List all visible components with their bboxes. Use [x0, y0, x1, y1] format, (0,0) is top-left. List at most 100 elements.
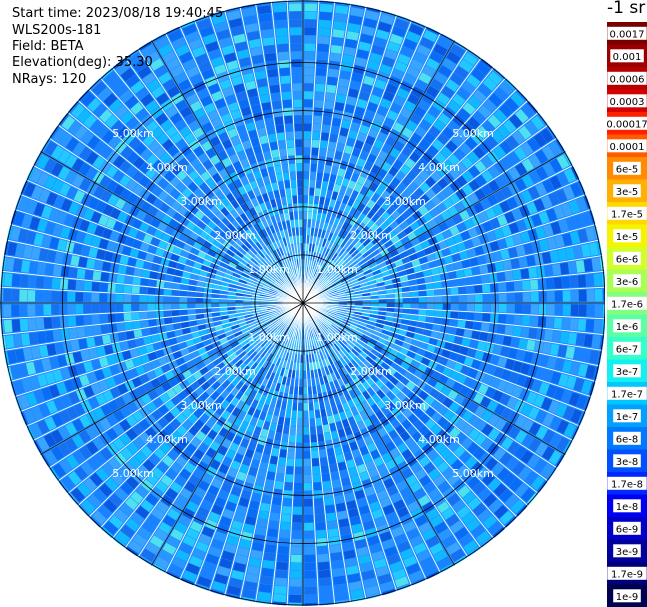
data-bin	[51, 278, 61, 289]
data-bin	[329, 544, 342, 554]
data-bin	[370, 303, 379, 307]
data-bin	[593, 273, 603, 287]
data-bin	[292, 402, 298, 411]
data-bin	[326, 512, 337, 522]
range-ring-label: 1.00km	[248, 331, 290, 344]
data-bin	[19, 274, 29, 288]
colorbar-tick-label: 1.7e-6	[611, 299, 643, 310]
data-bin	[286, 139, 294, 148]
colorbar-tick-label: 6e-7	[616, 344, 639, 355]
data-bin	[131, 294, 140, 303]
elevation-text: Elevation(deg): 35.30	[12, 55, 153, 70]
colorbar-tick-label: 6e-9	[616, 524, 639, 535]
data-bin	[172, 283, 181, 290]
data-bin	[494, 261, 504, 272]
data-bin	[309, 187, 315, 196]
data-bin	[227, 303, 236, 307]
data-bin	[317, 51, 328, 61]
data-bin	[433, 317, 442, 325]
data-bin	[312, 139, 320, 148]
data-bin	[289, 163, 296, 172]
data-bin	[335, 591, 349, 601]
data-bin	[21, 260, 31, 273]
data-bin	[334, 494, 345, 504]
data-bin	[482, 313, 491, 322]
data-bin	[100, 272, 110, 282]
data-bin	[530, 304, 539, 315]
data-bin	[11, 274, 21, 287]
data-bin	[336, 94, 346, 104]
data-bin	[378, 303, 387, 307]
data-bin	[260, 21, 273, 31]
data-bin	[319, 585, 332, 595]
colorbar-tick-label: 0.0017	[610, 29, 645, 40]
data-bin	[434, 303, 443, 310]
data-bin	[426, 310, 435, 317]
data-bin	[172, 316, 181, 323]
data-bin	[164, 281, 173, 289]
data-bin	[289, 578, 302, 587]
data-bin	[304, 522, 314, 531]
data-bin	[277, 465, 285, 474]
data-bin	[544, 329, 554, 342]
data-bin	[37, 331, 46, 344]
data-bin	[282, 498, 292, 507]
data-bin	[474, 312, 483, 321]
data-bin	[84, 269, 94, 280]
data-bin	[268, 76, 279, 86]
data-bin	[179, 290, 188, 297]
data-bin	[442, 296, 451, 303]
data-bin	[326, 84, 337, 94]
data-bin	[304, 538, 315, 547]
data-bin	[115, 313, 124, 322]
data-bin	[83, 292, 92, 302]
data-bin	[465, 277, 474, 285]
data-bin	[304, 91, 313, 100]
data-bin	[275, 569, 288, 579]
data-bin	[163, 310, 172, 317]
data-bin	[316, 67, 327, 77]
data-bin	[281, 514, 291, 523]
data-bin	[99, 314, 108, 324]
data-bin	[125, 330, 135, 340]
data-bin	[324, 496, 334, 506]
data-bin	[386, 298, 395, 303]
data-bin	[303, 410, 309, 419]
data-bin	[331, 37, 344, 46]
data-bin	[317, 553, 329, 563]
data-bin	[402, 308, 411, 314]
data-bin	[303, 482, 312, 491]
data-bin	[410, 309, 419, 315]
data-bin	[99, 282, 108, 292]
data-bin	[490, 304, 499, 313]
data-bin	[520, 268, 530, 279]
data-bin	[303, 187, 309, 196]
data-bin	[27, 318, 37, 331]
data-bin	[315, 521, 326, 531]
data-bin	[482, 294, 491, 303]
data-bin	[187, 309, 196, 315]
data-bin	[297, 402, 303, 411]
data-bin	[265, 117, 274, 127]
data-bin	[303, 179, 309, 188]
range-ring-label: 4.00km	[418, 433, 460, 446]
data-bin	[314, 506, 324, 515]
data-bin	[463, 329, 473, 338]
data-bin	[278, 140, 286, 149]
data-bin	[593, 319, 603, 333]
data-bin	[67, 291, 76, 302]
data-bin	[116, 322, 126, 332]
data-bin	[327, 76, 338, 86]
data-bin	[591, 335, 601, 349]
data-bin	[67, 316, 77, 327]
data-bin	[310, 171, 317, 180]
data-bin	[299, 227, 303, 236]
data-bin	[132, 277, 141, 285]
data-bin	[35, 290, 44, 302]
data-bin	[278, 51, 289, 61]
data-bin	[296, 163, 303, 172]
data-bin	[317, 164, 325, 173]
data-bin	[75, 315, 85, 326]
data-bin	[274, 585, 287, 595]
data-bin	[506, 314, 515, 324]
